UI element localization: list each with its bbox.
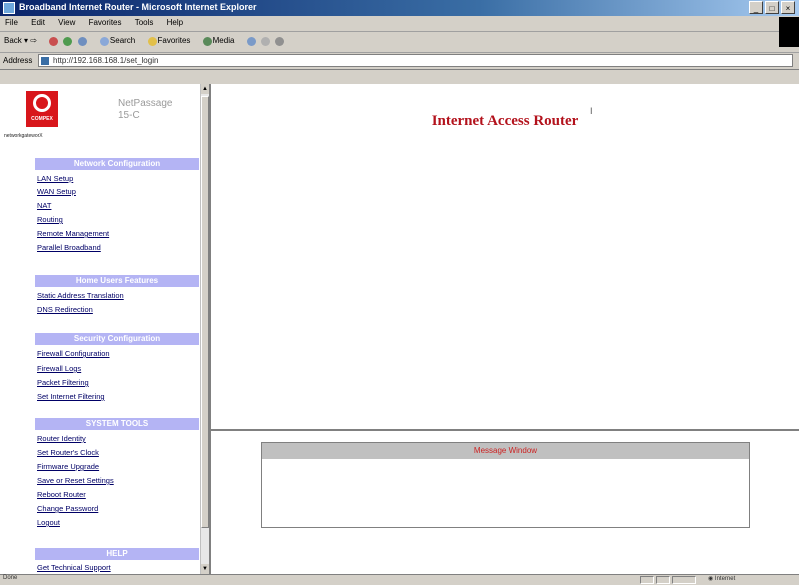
text-cursor-icon: I xyxy=(590,106,593,116)
brand-small: networkgateworX xyxy=(4,133,43,139)
address-url: http://192.168.168.1/set_login xyxy=(53,56,159,65)
media-icon xyxy=(202,36,212,46)
home-icon[interactable] xyxy=(77,36,87,46)
logo-text: COMPEX xyxy=(31,116,53,122)
address-label: Address xyxy=(3,56,33,65)
window-title-bar: Broadband Internet Router - Microsoft In… xyxy=(0,0,799,16)
ie-icon xyxy=(3,2,15,14)
status-bar: Done ◉ Internet xyxy=(0,574,799,585)
nav-packet-filtering[interactable]: Packet Filtering xyxy=(37,378,89,387)
page-icon xyxy=(41,57,49,65)
security-zone: ◉ Internet xyxy=(708,576,736,582)
nav-dns-redirection[interactable]: DNS Redirection xyxy=(37,305,93,314)
zone-label: Internet xyxy=(714,576,736,582)
page-title: Internet Access Router xyxy=(431,113,579,129)
status-text: Done xyxy=(3,575,18,581)
stop-refresh-home-buttons[interactable] xyxy=(43,36,91,46)
history-icon[interactable] xyxy=(246,36,256,46)
nav-logout[interactable]: Logout xyxy=(37,518,60,527)
main-pane: Internet Access Router I xyxy=(211,84,799,431)
nav-parallel-broadband[interactable]: Parallel Broadband xyxy=(37,243,101,252)
menu-file[interactable]: File xyxy=(0,16,24,27)
window-title: Broadband Internet Router - Microsoft In… xyxy=(19,2,257,12)
content-frame: Internet Access Router I Message Window xyxy=(211,84,799,574)
nav-static-address-translation[interactable]: Static Address Translation xyxy=(37,291,124,300)
sidebar-frame: COMPEX NetPassage 15-C networkgateworX N… xyxy=(0,84,211,574)
stop-icon[interactable] xyxy=(49,36,59,46)
window-controls: _ □ × xyxy=(749,1,795,14)
product-name: NetPassage xyxy=(118,98,173,109)
menu-bar: File Edit View Favorites Tools Help xyxy=(0,16,799,32)
sidebar-scrollbar[interactable]: ▲ ▼ xyxy=(200,84,209,574)
logo-ring-icon xyxy=(33,94,51,112)
nav-change-password[interactable]: Change Password xyxy=(37,504,98,513)
address-input[interactable]: http://192.168.168.1/set_login xyxy=(38,54,793,67)
menu-view[interactable]: View xyxy=(53,16,81,27)
mail-icon[interactable] xyxy=(260,36,270,46)
nav-firewall-logs[interactable]: Firewall Logs xyxy=(37,364,81,373)
media-button[interactable]: Media xyxy=(197,36,239,46)
print-icon[interactable] xyxy=(275,36,285,46)
compex-logo: COMPEX xyxy=(26,91,58,127)
maximize-button[interactable]: □ xyxy=(765,1,779,14)
history-mail-print-buttons[interactable] xyxy=(241,36,289,46)
status-cell xyxy=(656,576,670,584)
search-label: Search xyxy=(109,36,136,45)
nav-set-routers-clock[interactable]: Set Router's Clock xyxy=(37,448,99,457)
close-button[interactable]: × xyxy=(781,1,795,14)
section-network-configuration: Network Configuration xyxy=(35,158,199,170)
nav-routing[interactable]: Routing xyxy=(37,215,63,224)
menu-edit[interactable]: Edit xyxy=(26,16,51,27)
section-security-configuration: Security Configuration xyxy=(35,333,199,345)
message-window: Message Window xyxy=(261,442,750,528)
nav-lan-setup[interactable]: LAN Setup xyxy=(37,174,73,183)
back-label: Back xyxy=(4,36,22,45)
scroll-down-arrow-icon[interactable]: ▼ xyxy=(201,564,209,574)
nav-router-identity[interactable]: Router Identity xyxy=(37,434,86,443)
search-button[interactable]: Search xyxy=(94,36,139,46)
nav-remote-management[interactable]: Remote Management xyxy=(37,229,109,238)
nav-nat[interactable]: NAT xyxy=(37,201,51,210)
scroll-thumb[interactable] xyxy=(201,96,209,528)
section-home-users-features: Home Users Features xyxy=(35,275,199,287)
section-help: HELP xyxy=(35,548,199,560)
nav-set-internet-filtering[interactable]: Set Internet Filtering xyxy=(37,392,105,401)
status-cell xyxy=(672,576,696,584)
status-cell xyxy=(640,576,654,584)
menu-tools[interactable]: Tools xyxy=(130,16,160,27)
nav-get-technical-support[interactable]: Get Technical Support xyxy=(37,563,111,572)
nav-wan-setup[interactable]: WAN Setup xyxy=(37,187,76,196)
section-system-tools: SYSTEM TOOLS xyxy=(35,418,199,430)
media-label: Media xyxy=(212,36,235,45)
message-window-title: Message Window xyxy=(262,443,749,459)
nav-reboot-router[interactable]: Reboot Router xyxy=(37,490,86,499)
nav-firmware-upgrade[interactable]: Firmware Upgrade xyxy=(37,462,99,471)
nav-save-or-reset-settings[interactable]: Save or Reset Settings xyxy=(37,476,114,485)
favorites-button[interactable]: Favorites xyxy=(142,36,195,46)
menu-help[interactable]: Help xyxy=(162,16,189,27)
favorites-label: Favorites xyxy=(157,36,191,45)
address-bar: Address http://192.168.168.1/set_login xyxy=(0,53,799,70)
product-model: 15-C xyxy=(118,110,140,121)
favorites-icon xyxy=(147,36,157,46)
refresh-icon[interactable] xyxy=(63,36,73,46)
menu-favorites[interactable]: Favorites xyxy=(84,16,128,27)
scroll-up-arrow-icon[interactable]: ▲ xyxy=(201,84,209,94)
search-icon xyxy=(99,36,109,46)
toolbar: Back ▾ ⇨ Search Favorites Media xyxy=(0,32,799,53)
back-button[interactable]: Back ▾ ⇨ xyxy=(0,36,41,45)
minimize-button[interactable]: _ xyxy=(749,1,763,14)
nav-firewall-configuration[interactable]: Firewall Configuration xyxy=(37,349,110,358)
